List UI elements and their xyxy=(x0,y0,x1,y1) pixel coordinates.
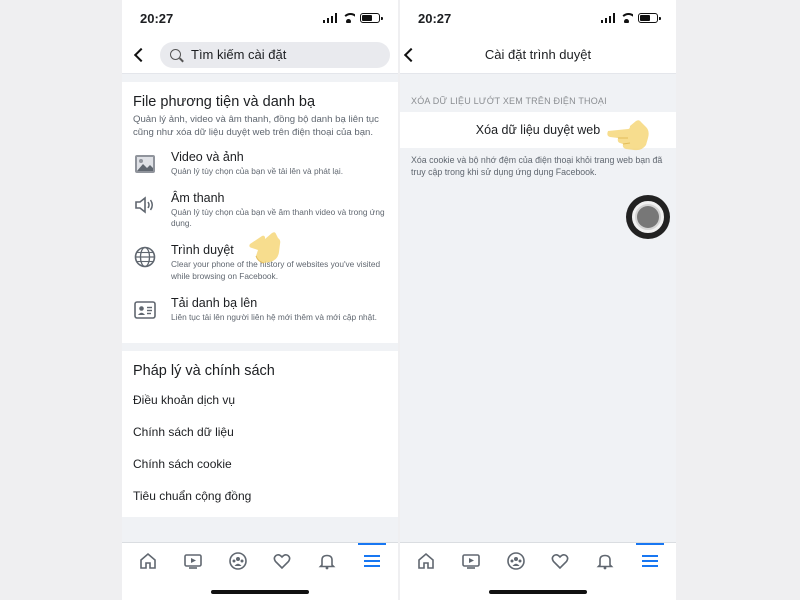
status-time: 20:27 xyxy=(140,10,174,26)
groups-icon xyxy=(228,552,247,570)
assistive-touch-button[interactable] xyxy=(626,195,670,239)
media-section-title: File phương tiện và danh bạ xyxy=(133,94,316,110)
clear-data-group-header: XÓA DỮ LIỆU LƯỚT XEM TRÊN ĐIỆN THOẠI xyxy=(411,96,607,106)
search-placeholder: Tìm kiếm cài đặt xyxy=(191,47,287,62)
link-data-policy[interactable]: Chính sách dữ liệu xyxy=(133,421,387,453)
photo-icon xyxy=(135,154,155,173)
assistive-touch-core xyxy=(637,206,659,228)
home-indicator xyxy=(211,590,309,594)
settings-item-title: Tải danh bạ lên xyxy=(171,295,258,310)
tab-watch[interactable] xyxy=(453,547,489,575)
battery-icon xyxy=(360,13,383,23)
pointing-hand-icon xyxy=(607,120,649,151)
settings-search-input[interactable]: Tìm kiếm cài đặt xyxy=(160,41,390,68)
status-bar: 20:27 xyxy=(122,0,398,36)
legal-section: Pháp lý và chính sách Điều khoản dịch vụ… xyxy=(122,351,398,517)
signal-icon xyxy=(322,13,337,23)
bell-icon xyxy=(318,554,336,570)
legal-section-title: Pháp lý và chính sách xyxy=(133,363,275,379)
media-section: File phương tiện và danh bạ Quản lý ảnh,… xyxy=(122,82,398,343)
status-icons xyxy=(600,13,661,23)
home-icon xyxy=(140,552,157,569)
settings-item-upload-contacts[interactable]: Tải danh bạ lên Liên tục tải lên người l… xyxy=(133,296,387,323)
media-section-description: Quản lý ảnh, video và âm thanh, đồng bộ … xyxy=(133,114,379,138)
link-cookie-policy[interactable]: Chính sách cookie xyxy=(133,453,387,485)
tab-home[interactable] xyxy=(408,547,444,575)
link-community-standards[interactable]: Tiêu chuẩn cộng đồng xyxy=(133,485,387,517)
dating-icon xyxy=(551,553,569,570)
assistive-touch-ring xyxy=(632,201,664,233)
tab-notifications[interactable] xyxy=(587,547,623,575)
settings-item-video-photo[interactable]: Video và ảnh Quản lý tùy chọn của bạn về… xyxy=(133,150,387,177)
browser-settings-header: Cài đặt trình duyệt xyxy=(400,36,676,74)
menu-icon xyxy=(641,555,658,567)
tab-dating[interactable] xyxy=(264,547,300,575)
right-phone-screen: 20:27 Cài đặt trình duyệt XÓA DỮ LIỆU LƯ… xyxy=(400,0,676,600)
dating-icon xyxy=(273,553,291,570)
tab-menu[interactable] xyxy=(632,543,668,575)
link-terms-of-service[interactable]: Điều khoản dịch vụ xyxy=(133,389,387,421)
search-icon xyxy=(170,49,181,60)
contact-card-icon xyxy=(134,301,156,319)
bottom-tab-bar xyxy=(122,542,398,600)
page-title: Cài đặt trình duyệt xyxy=(484,47,592,62)
settings-item-title: Âm thanh xyxy=(171,191,225,206)
groups-icon xyxy=(506,552,525,570)
status-icons xyxy=(322,13,383,23)
watch-icon xyxy=(462,554,480,569)
bottom-tab-bar xyxy=(400,542,676,600)
tab-groups[interactable] xyxy=(498,547,534,575)
pointing-hand-icon xyxy=(249,232,281,264)
home-icon xyxy=(418,552,435,569)
screenshot-stage: 20:27 Tìm kiếm cài đặt File phương tiện … xyxy=(0,0,800,600)
speaker-icon xyxy=(135,196,153,214)
status-time: 20:27 xyxy=(418,10,452,26)
watch-icon xyxy=(184,554,202,569)
search-header: Tìm kiếm cài đặt xyxy=(122,36,398,74)
tab-menu[interactable] xyxy=(354,543,390,575)
tab-groups[interactable] xyxy=(220,547,256,575)
settings-item-title: Video và ảnh xyxy=(171,149,244,164)
settings-item-desc: Liên tục tải lên người liên hệ mới thêm … xyxy=(171,311,377,322)
settings-item-desc: Quản lý tùy chọn của bạn về tải lên và p… xyxy=(171,165,344,176)
tab-dating[interactable] xyxy=(542,547,578,575)
left-phone-screen: 20:27 Tìm kiếm cài đặt File phương tiện … xyxy=(122,0,398,600)
home-indicator xyxy=(489,590,587,594)
tab-home[interactable] xyxy=(130,547,166,575)
tab-watch[interactable] xyxy=(175,547,211,575)
signal-icon xyxy=(600,13,615,23)
bell-icon xyxy=(596,554,614,570)
status-bar: 20:27 xyxy=(400,0,676,36)
tab-notifications[interactable] xyxy=(309,547,345,575)
wifi-icon xyxy=(342,13,355,23)
menu-icon xyxy=(363,555,380,567)
battery-icon xyxy=(638,13,661,23)
back-arrow-icon[interactable] xyxy=(133,47,149,62)
wifi-icon xyxy=(620,13,633,23)
globe-icon xyxy=(134,247,156,268)
